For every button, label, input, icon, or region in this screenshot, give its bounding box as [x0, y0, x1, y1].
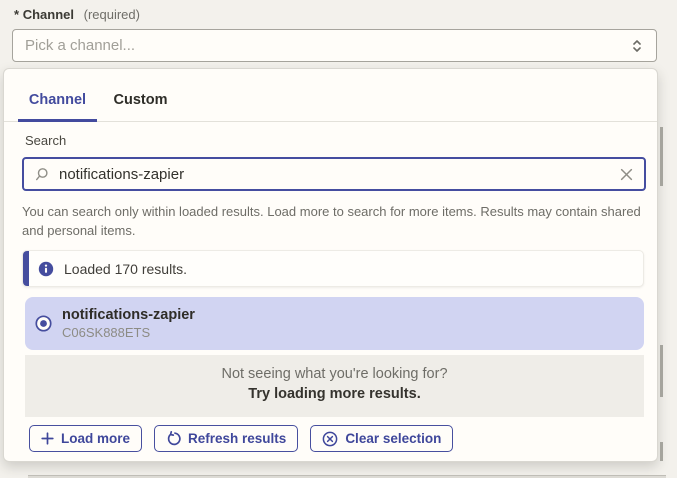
tab-custom[interactable]: Custom [101, 92, 180, 121]
load-more-label: Load more [61, 431, 130, 446]
background-form-edge [660, 127, 663, 186]
banner-accent-bar [23, 251, 29, 286]
radio-selected-icon[interactable] [35, 315, 52, 332]
result-row-notifications-zapier[interactable]: notifications-zapier C06SK888ETS [25, 297, 644, 350]
info-icon [38, 261, 54, 277]
tab-bar: Channel Custom [4, 69, 657, 122]
select-placeholder: Pick a channel... [25, 37, 135, 54]
required-note: (required) [84, 7, 140, 22]
background-form-edge [660, 442, 663, 461]
channel-select[interactable]: Pick a channel... [12, 29, 657, 62]
result-title: notifications-zapier [62, 307, 195, 324]
search-icon [35, 167, 50, 182]
dropdown-actions: Load more Refresh results [29, 425, 453, 452]
clear-selection-button[interactable]: Clear selection [310, 425, 453, 452]
search-input[interactable] [59, 166, 620, 183]
load-more-button[interactable]: Load more [29, 425, 142, 452]
plus-icon [41, 432, 54, 445]
field-label-text: Channel [23, 7, 74, 22]
refresh-results-label: Refresh results [188, 431, 286, 446]
not-seeing-section: Not seeing what you're looking for? Try … [25, 355, 644, 417]
tab-channel[interactable]: Channel [18, 92, 97, 121]
result-texts: notifications-zapier C06SK888ETS [62, 307, 195, 340]
field-label: * Channel (required) [14, 7, 140, 22]
background-form-edge [660, 345, 663, 397]
required-marker: * [14, 7, 19, 22]
refresh-icon [166, 431, 181, 446]
chevron-updown-icon [630, 38, 644, 54]
try-loading-more-text[interactable]: Try loading more results. [25, 386, 644, 402]
channel-field-screen: * Channel (required) Pick a channel... C… [0, 0, 677, 478]
search-field [22, 157, 646, 191]
clear-circle-icon [322, 431, 338, 447]
loaded-results-banner: Loaded 170 results. [22, 250, 644, 287]
search-label: Search [25, 133, 66, 148]
clear-selection-label: Clear selection [345, 431, 441, 446]
banner-text: Loaded 170 results. [64, 261, 187, 277]
refresh-results-button[interactable]: Refresh results [154, 425, 298, 452]
channel-dropdown-panel: Channel Custom Search You can search onl… [3, 68, 658, 462]
clear-search-icon[interactable] [620, 168, 633, 181]
search-helper-text: You can search only within loaded result… [22, 202, 644, 240]
not-seeing-text: Not seeing what you're looking for? [25, 366, 644, 382]
result-subtitle: C06SK888ETS [62, 325, 195, 340]
